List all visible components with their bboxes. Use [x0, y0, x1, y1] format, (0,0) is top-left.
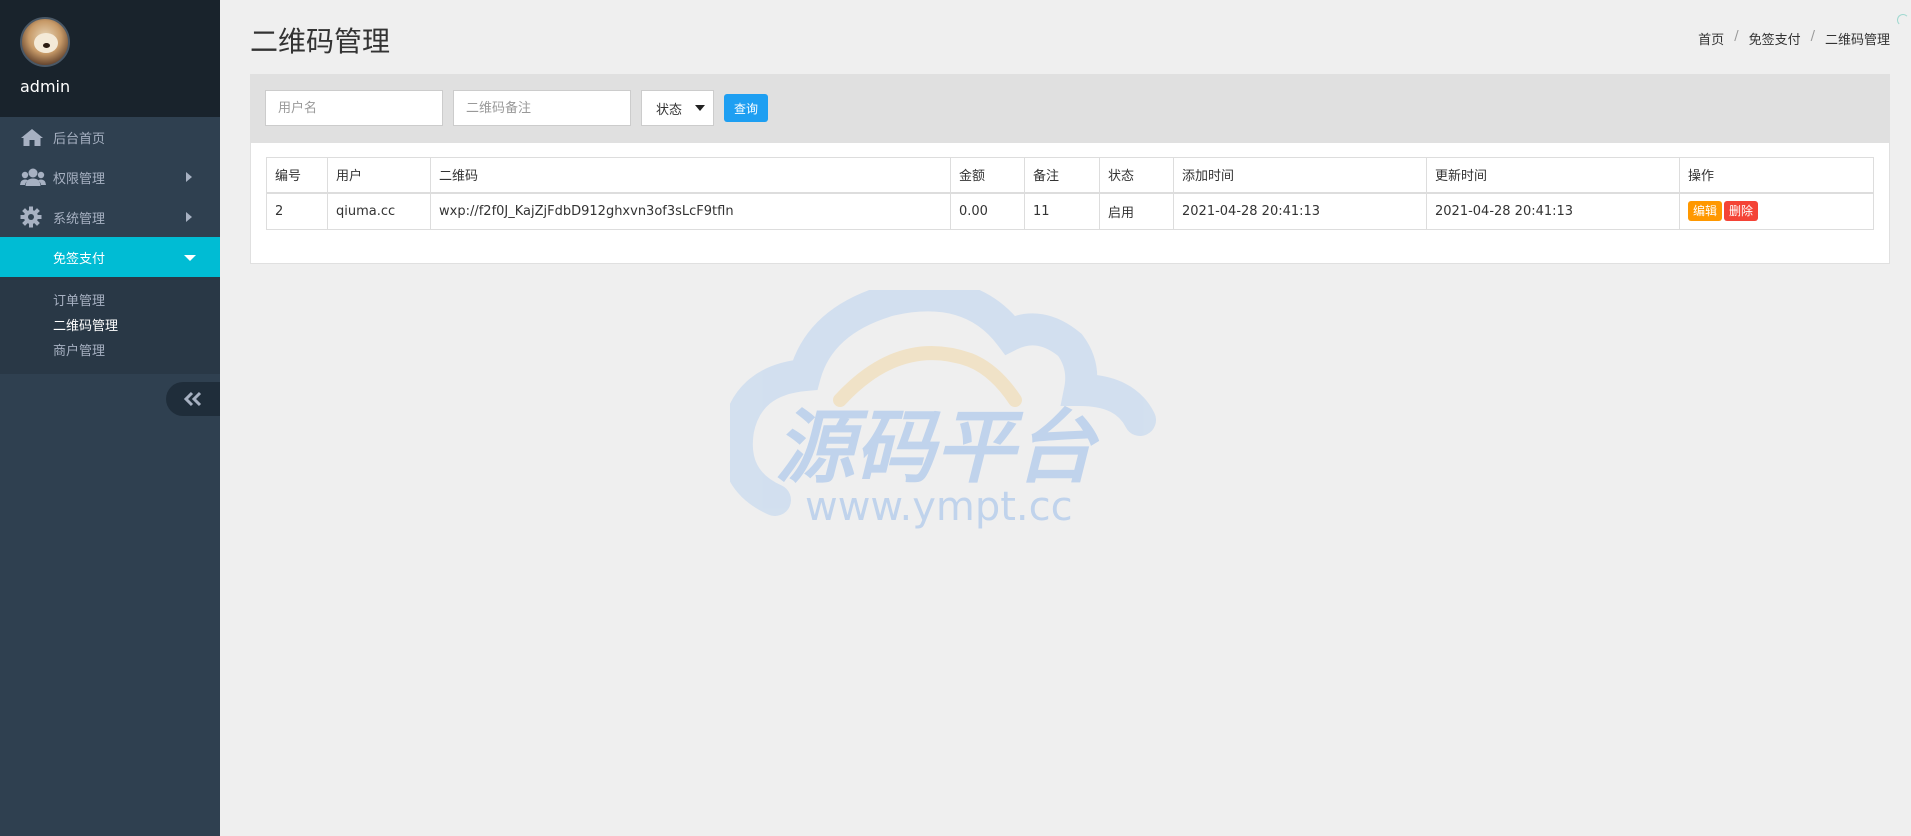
users-icon [20, 167, 48, 187]
column-header-updated: 更新时间 [1426, 157, 1680, 194]
cell-updated: 2021-04-28 20:41:13 [1426, 192, 1680, 230]
chevron-right-icon [186, 212, 192, 222]
cell-created: 2021-04-28 20:41:13 [1173, 192, 1427, 230]
subnav-item-orders[interactable]: 订单管理 [0, 289, 220, 314]
subnav-item-merchants[interactable]: 商户管理 [0, 339, 220, 364]
cell-qrcode: wxp://f2f0J_KajZjFdbD912ghxvn3of3sLcF9tf… [430, 192, 951, 230]
column-header-qrcode: 二维码 [430, 157, 951, 194]
cell-id: 2 [266, 192, 328, 230]
sidebar-item-system[interactable]: 系统管理 [0, 197, 220, 237]
delete-button[interactable]: 删除 [1724, 201, 1759, 222]
sidebar-item-dashboard[interactable]: 后台首页 [0, 117, 220, 157]
sidebar-item-label: 免签支付 [53, 251, 106, 267]
chevron-right-icon [186, 172, 192, 182]
username-input[interactable] [265, 90, 443, 126]
sidebar: admin 后台首页 权限管理 系统管理 免签支付 订单管理 二维码管理 商户管… [0, 0, 220, 836]
double-chevron-left-icon [183, 391, 202, 407]
sidebar-item-label: 系统管理 [53, 211, 106, 227]
sidebar-nav: 后台首页 权限管理 系统管理 免签支付 [0, 117, 220, 277]
table-panel: 编号 用户 二维码 金额 备注 状态 添加时间 更新时间 操作 2 qiuma.… [250, 142, 1890, 264]
column-header-actions: 操作 [1679, 157, 1874, 194]
table-row: 2 qiuma.cc wxp://f2f0J_KajZjFdbD912ghxvn… [266, 192, 1874, 230]
subnav-item-qrcodes[interactable]: 二维码管理 [0, 314, 220, 339]
sidebar-subnav: 订单管理 二维码管理 商户管理 [0, 277, 220, 374]
page-title: 二维码管理 [250, 25, 391, 58]
sidebar-item-permissions[interactable]: 权限管理 [0, 157, 220, 197]
chevron-down-icon [184, 255, 196, 261]
cell-user: qiuma.cc [327, 192, 431, 230]
avatar[interactable] [20, 17, 70, 67]
column-header-remark: 备注 [1024, 157, 1100, 194]
sidebar-item-free-sign-pay[interactable]: 免签支付 [0, 237, 220, 277]
column-header-created: 添加时间 [1173, 157, 1427, 194]
query-button[interactable]: 查询 [724, 94, 769, 122]
breadcrumb-home[interactable]: 首页 [1698, 29, 1724, 48]
breadcrumb: 首页 / 免签支付 / 二维码管理 [1698, 29, 1890, 48]
column-header-status: 状态 [1099, 157, 1174, 194]
edit-button[interactable]: 编辑 [1688, 201, 1723, 222]
user-profile: admin [0, 0, 220, 117]
main-content: 二维码管理 首页 / 免签支付 / 二维码管理 状态 查询 编号 用户 二维码 … [220, 0, 1911, 836]
breadcrumb-separator: / [1810, 29, 1815, 44]
breadcrumb-current: 二维码管理 [1824, 33, 1890, 48]
sidebar-item-label: 权限管理 [53, 171, 106, 187]
column-header-user: 用户 [327, 157, 431, 194]
status-select-value: 状态 [656, 102, 683, 118]
cell-status: 启用 [1099, 192, 1174, 230]
sidebar-item-label: 后台首页 [53, 131, 106, 147]
cell-amount: 0.00 [950, 192, 1025, 230]
chevron-down-icon [695, 105, 705, 111]
breadcrumb-separator: / [1734, 29, 1739, 44]
cell-remark: 11 [1024, 192, 1100, 230]
sidebar-collapse-button[interactable] [166, 382, 220, 416]
home-icon [20, 127, 48, 147]
column-header-id: 编号 [266, 157, 328, 194]
profile-username[interactable]: admin [20, 77, 220, 96]
breadcrumb-section[interactable]: 免签支付 [1749, 29, 1801, 48]
column-header-amount: 金额 [950, 157, 1025, 194]
table-header-row: 编号 用户 二维码 金额 备注 状态 添加时间 更新时间 操作 [266, 157, 1874, 194]
status-select[interactable]: 状态 [641, 90, 714, 126]
gear-icon [20, 206, 48, 228]
loading-indicator-icon [1897, 14, 1909, 26]
search-toolbar: 状态 查询 [250, 74, 1890, 142]
qrcode-remark-input[interactable] [453, 90, 631, 126]
qrcode-table: 编号 用户 二维码 金额 备注 状态 添加时间 更新时间 操作 2 qiuma.… [266, 157, 1874, 230]
cell-actions: 编辑 删除 [1679, 192, 1874, 230]
